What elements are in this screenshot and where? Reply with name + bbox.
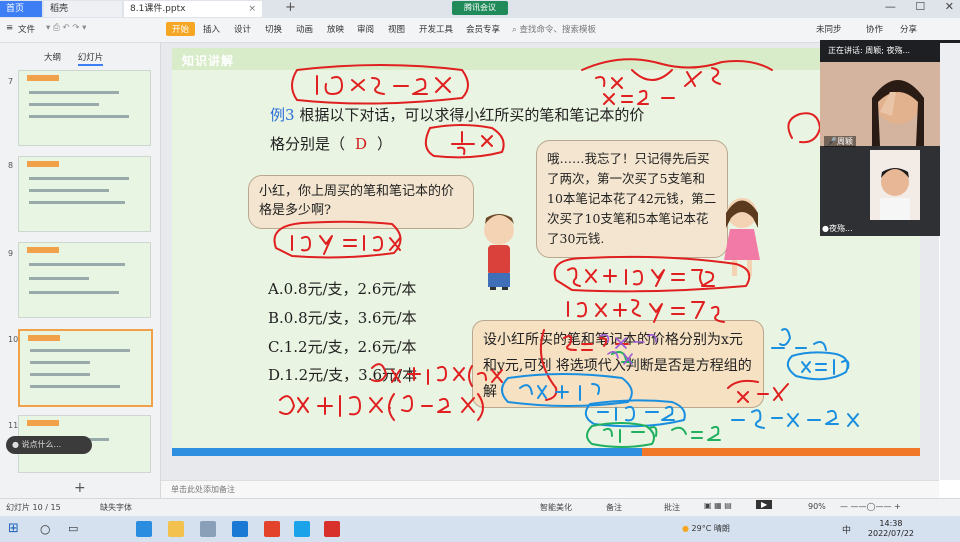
status-bar: 幻灯片 10 / 15 缺失字体 智能美化 备注 批注 ▣ ▦ ▤ ▶ 90% … [0, 498, 960, 516]
add-slide-button[interactable]: + [74, 480, 86, 496]
tab-file[interactable]: 8.1课件.pptx × [124, 1, 262, 17]
start-icon[interactable]: ⊞ [8, 521, 19, 536]
speaking-indicator: 正在讲话: 周颖; 夜殇... [820, 40, 960, 62]
slide-number: 9 [8, 249, 14, 258]
ribbon-tab-slideshow[interactable]: 放映 [327, 23, 344, 35]
comments-toggle[interactable]: 批注 [664, 502, 680, 513]
edge-icon[interactable] [136, 521, 152, 537]
notes-area[interactable]: 单击此处添加备注 [161, 480, 939, 498]
participant-name-2: ●夜殇... [822, 224, 853, 233]
tab-outline[interactable]: 大纲 [44, 53, 61, 63]
participant-video-2[interactable] [870, 150, 920, 220]
ribbon-tab-start[interactable]: 开始 [166, 22, 196, 36]
ribbon-tab-insert[interactable]: 插入 [203, 23, 220, 35]
participant-name-1: 🎤周颖 [824, 136, 856, 147]
search-icon[interactable]: ○ [40, 522, 50, 536]
close-tab-icon[interactable]: × [248, 1, 256, 17]
folder-icon[interactable] [168, 521, 184, 537]
collaborate-button[interactable]: 协作 [866, 23, 883, 35]
weather[interactable]: ● 29°C 晴朗 [682, 523, 730, 534]
app-icon[interactable] [264, 521, 280, 537]
notes-toggle[interactable]: 备注 [606, 502, 622, 513]
ribbon-tab-view[interactable]: 视图 [388, 23, 405, 35]
ribbon-tab-animation[interactable]: 动画 [296, 23, 313, 35]
maximize-button[interactable]: ☐ [915, 0, 925, 13]
slide-number: 10 [8, 335, 19, 344]
app-icon[interactable] [200, 521, 216, 537]
notes-placeholder: 单击此处添加备注 [171, 485, 235, 494]
mail-icon[interactable] [232, 521, 248, 537]
tab-daoke[interactable]: 稻壳 [44, 1, 122, 17]
ribbon-tab-developer[interactable]: 开发工具 [419, 23, 453, 35]
share-button[interactable]: 分享 [900, 23, 917, 35]
zoom-slider[interactable]: — ——◯—— + [840, 502, 901, 511]
ribbon-tab-transition[interactable]: 切换 [265, 23, 282, 35]
webcam-panel: 正在讲话: 周颖; 夜殇... 🎤周颖 ●夜殇... [820, 40, 960, 236]
slide-count: 幻灯片 10 / 15 [6, 503, 61, 512]
sync-status[interactable]: 未同步 [816, 23, 842, 35]
system-clock[interactable]: 14:38 2022/07/22 [868, 519, 914, 539]
clock-date: 2022/07/22 [867, 529, 914, 538]
meeting-app-icon[interactable] [294, 521, 310, 537]
missing-font-button[interactable]: 缺失字体 [100, 502, 132, 513]
mic-icon: ● [12, 440, 19, 449]
wps-icon[interactable] [324, 521, 340, 537]
panel-tabs: 大纲 幻灯片 [44, 51, 117, 66]
slide-number: 11 [8, 421, 19, 430]
clock-time: 14:38 [879, 519, 903, 528]
windows-taskbar: ⊞ ○ ▭ ● 29°C 晴朗 中 14:38 2022/07/22 [0, 516, 960, 542]
mic-icon: ● [822, 224, 829, 233]
tab-bar: 首页 稻壳 8.1课件.pptx × + 腾讯会议 — ☐ ✕ [0, 0, 960, 18]
close-button[interactable]: ✕ [945, 0, 954, 13]
sun-icon: ● [682, 524, 689, 533]
meeting-badge[interactable]: 腾讯会议 [452, 1, 508, 15]
voice-hint: 说点什么... [21, 440, 62, 449]
view-mode-icons[interactable]: ▣ ▦ ▤ [704, 501, 732, 510]
ribbon: ≡ 文件 ▾ ⎙ ↶ ↷ ▾ 开始 插入 设计 切换 动画 放映 审阅 视图 开… [0, 18, 960, 43]
ribbon-tab-design[interactable]: 设计 [234, 23, 251, 35]
slide[interactable]: 知识讲解 淘 例3 根据以下对话，可以求得小红所买的笔和笔记本的价 格分别是（D… [172, 48, 924, 456]
slide-thumbnail-8[interactable] [18, 156, 151, 232]
ribbon-tab-review[interactable]: 审阅 [357, 23, 374, 35]
quick-toolbar-icons[interactable]: ▾ ⎙ ↶ ↷ ▾ [46, 23, 86, 33]
vertical-scrollbar[interactable] [940, 43, 960, 480]
slide-thumbnail-9[interactable] [18, 242, 151, 318]
slide-number: 8 [8, 161, 14, 170]
zoom-level[interactable]: 90% [808, 502, 826, 511]
new-tab-button[interactable]: + [285, 0, 296, 15]
tab-file-label: 8.1课件.pptx [130, 4, 186, 14]
window-controls: — ☐ ✕ [869, 0, 954, 13]
ribbon-tab-member[interactable]: 会员专享 [466, 23, 500, 35]
tab-daoke-label: 稻壳 [50, 4, 69, 14]
ime-indicator[interactable]: 中 [842, 523, 851, 536]
handwriting-ink-overlay [273, 58, 859, 448]
minimize-button[interactable]: — [885, 0, 896, 13]
search-placeholder: 查找命令、搜索模板 [519, 25, 596, 35]
tab-home[interactable]: 首页 [0, 1, 42, 17]
hamburger-icon[interactable]: ≡ [6, 23, 13, 33]
participant-video-1[interactable] [820, 62, 960, 146]
tab-slides[interactable]: 幻灯片 [77, 53, 104, 66]
file-menu[interactable]: 文件 [18, 23, 35, 35]
smart-beautify-button[interactable]: 智能美化 [540, 502, 572, 513]
slide-number: 7 [8, 77, 14, 86]
mic-icon: 🎤 [827, 137, 837, 146]
play-slideshow-button[interactable]: ▶ [756, 500, 773, 509]
voice-input-pill[interactable]: ● 说点什么... [6, 436, 92, 454]
command-search[interactable]: ⌕ 查找命令、搜索模板 [512, 23, 596, 35]
task-view-icon[interactable]: ▭ [68, 522, 78, 535]
slide-thumbnail-7[interactable] [18, 70, 151, 146]
slide-thumbnail-panel: 大纲 幻灯片 7 8 9 10 11 [0, 43, 161, 498]
slide-thumbnail-10[interactable] [18, 329, 153, 407]
